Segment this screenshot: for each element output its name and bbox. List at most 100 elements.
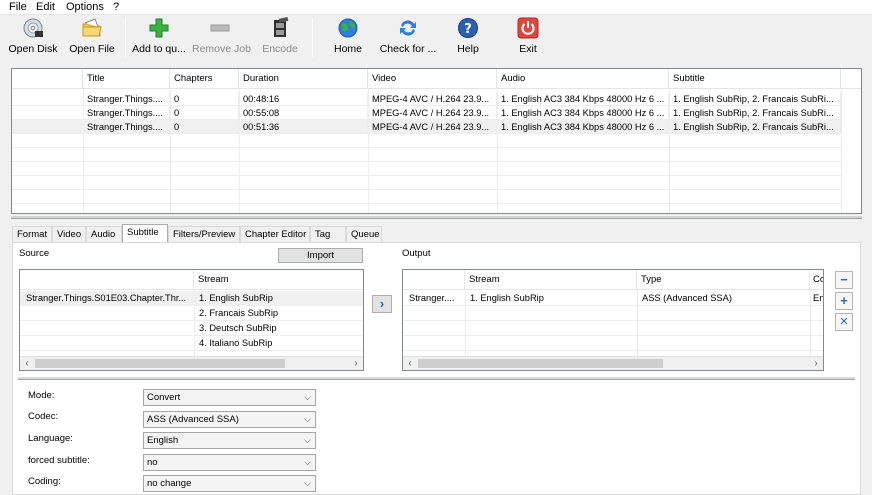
- open-disk-label: Open Disk: [8, 43, 58, 55]
- open-file-button[interactable]: Open File: [66, 17, 118, 59]
- add-stream-button[interactable]: +: [835, 292, 853, 310]
- cell-duration: 00:48:16: [239, 92, 368, 106]
- table-row[interactable]: Stranger.Things.... 0 00:48:16 MPEG-4 AV…: [12, 92, 841, 106]
- header-blank: [403, 270, 465, 290]
- chevron-down-icon: ⌵: [304, 457, 311, 467]
- import-button[interactable]: Import: [278, 248, 363, 263]
- stream-item: 4. Italiano SubRip: [199, 338, 273, 348]
- coding-select[interactable]: no change ⌵: [143, 475, 316, 492]
- scroll-left-icon[interactable]: ‹: [403, 357, 417, 370]
- stream-item: 3. Deutsch SubRip: [199, 323, 277, 333]
- add-to-queue-label: Add to qu...: [132, 43, 186, 55]
- titles-table[interactable]: Title Chapters Duration Video Audio Subt…: [11, 68, 862, 214]
- cell-title: Stranger.Things....: [83, 92, 170, 106]
- scroll-left-icon[interactable]: ‹: [20, 357, 34, 370]
- check-updates-label: Check for ...: [379, 43, 437, 55]
- scroll-right-icon[interactable]: ›: [809, 357, 823, 370]
- splitter[interactable]: [18, 377, 855, 380]
- list-item[interactable]: 4. Italiano SubRip: [20, 336, 363, 351]
- remove-stream-button[interactable]: −: [835, 271, 853, 289]
- output-codec: En: [813, 293, 824, 303]
- header-type[interactable]: Type: [637, 270, 810, 290]
- scroll-thumb[interactable]: [35, 359, 285, 368]
- menu-help[interactable]: ?: [113, 1, 119, 13]
- add-to-queue-button[interactable]: Add to qu...: [130, 17, 188, 59]
- globe-icon: [338, 18, 358, 38]
- plus-icon: [149, 18, 169, 38]
- tab-tag[interactable]: Tag: [310, 226, 346, 242]
- table-row-selected[interactable]: Stranger.Things.... 0 00:51:36 MPEG-4 AV…: [12, 120, 841, 134]
- scroll-right-icon[interactable]: ›: [349, 357, 363, 370]
- close-icon: ✕: [839, 316, 849, 328]
- output-streams-list[interactable]: Stream Type Co Stranger.... 1. English S…: [402, 269, 824, 371]
- tab-audio[interactable]: Audio: [86, 226, 122, 242]
- forced-subtitle-select[interactable]: no ⌵: [143, 454, 316, 471]
- header-stream[interactable]: Stream: [194, 270, 363, 290]
- remove-job-button[interactable]: Remove Job: [192, 17, 251, 59]
- power-icon: [517, 17, 539, 39]
- codec-label: Codec:: [28, 411, 59, 422]
- move-to-output-button[interactable]: ›: [372, 295, 392, 313]
- source-row-selected[interactable]: Stranger.Things.S01E03.Chapter.Thr... 1.…: [20, 291, 363, 306]
- tab-queue[interactable]: Queue: [346, 226, 382, 242]
- header-chapters[interactable]: Chapters: [170, 69, 239, 89]
- mode-select[interactable]: Convert ⌵: [143, 389, 316, 406]
- scroll-thumb[interactable]: [418, 359, 663, 368]
- tab-subtitle[interactable]: Subtitle: [122, 224, 168, 242]
- tab-video[interactable]: Video: [52, 226, 86, 242]
- check-updates-button[interactable]: Check for ...: [376, 17, 440, 59]
- titles-table-header: Title Chapters Duration Video Audio Subt…: [12, 69, 861, 89]
- cell-chapters: 0: [170, 120, 239, 134]
- language-select[interactable]: English ⌵: [143, 432, 316, 449]
- film-icon: [274, 17, 289, 37]
- open-disk-button[interactable]: Open Disk: [6, 17, 60, 59]
- tab-filters-preview[interactable]: Filters/Preview: [168, 226, 240, 242]
- list-item[interactable]: 2. Francais SubRip: [20, 306, 363, 321]
- header-blank: [20, 270, 194, 290]
- source-horizontal-scrollbar[interactable]: ‹ ›: [20, 356, 363, 370]
- stream-item: 2. Francais SubRip: [199, 308, 279, 318]
- svg-text:?: ?: [464, 22, 472, 37]
- list-item[interactable]: 3. Deutsch SubRip: [20, 321, 363, 336]
- arrow-right-icon: ›: [379, 296, 385, 311]
- table-row-empty: [12, 162, 841, 176]
- chevron-down-icon: ⌵: [304, 414, 311, 424]
- header-title[interactable]: Title: [83, 69, 170, 89]
- output-row[interactable]: Stranger.... 1. English SubRip ASS (Adva…: [403, 291, 824, 306]
- header-blank: [12, 69, 83, 89]
- output-type: ASS (Advanced SSA): [642, 293, 732, 303]
- encode-button[interactable]: Encode: [258, 17, 302, 59]
- tab-format[interactable]: Format: [12, 226, 52, 242]
- table-row[interactable]: Stranger.Things.... 0 00:55:08 MPEG-4 AV…: [12, 106, 841, 120]
- toolbar: Open Disk Open File Add to qu... Remove …: [0, 15, 872, 61]
- menu-edit[interactable]: Edit: [36, 1, 55, 13]
- clear-streams-button[interactable]: ✕: [835, 313, 853, 331]
- header-duration[interactable]: Duration: [239, 69, 368, 89]
- output-row-empty: [403, 321, 823, 336]
- menu-file[interactable]: File: [9, 1, 27, 13]
- header-subtitle[interactable]: Subtitle: [669, 69, 841, 89]
- coding-label: Coding:: [28, 476, 61, 487]
- tab-chapter-editor[interactable]: Chapter Editor: [240, 226, 310, 242]
- remove-job-label: Remove Job: [192, 43, 251, 55]
- menu-bar: File Edit Options ?: [0, 0, 872, 15]
- disc-icon: [23, 18, 43, 38]
- forced-subtitle-label: forced subtitle:: [28, 455, 90, 466]
- header-audio[interactable]: Audio: [497, 69, 669, 89]
- header-codec[interactable]: Co: [810, 270, 823, 290]
- help-button[interactable]: ? Help: [450, 17, 486, 59]
- chevron-down-icon: ⌵: [304, 478, 311, 488]
- codec-select[interactable]: ASS (Advanced SSA) ⌵: [143, 411, 316, 428]
- header-video[interactable]: Video: [368, 69, 497, 89]
- output-horizontal-scrollbar[interactable]: ‹ ›: [403, 356, 823, 370]
- exit-button[interactable]: Exit: [512, 17, 544, 59]
- splitter[interactable]: [11, 216, 862, 219]
- chevron-down-icon: ⌵: [304, 435, 311, 445]
- cell-subtitle: 1. English SubRip, 2. Francais SubRi...: [669, 120, 841, 134]
- menu-options[interactable]: Options: [66, 1, 104, 13]
- header-stream[interactable]: Stream: [465, 270, 637, 290]
- source-streams-list[interactable]: Stream Stranger.Things.S01E03.Chapter.Th…: [19, 269, 364, 371]
- cell-video: MPEG-4 AVC / H.264 23.9...: [368, 120, 497, 134]
- output-row-empty: [403, 306, 823, 321]
- home-button[interactable]: Home: [328, 17, 368, 59]
